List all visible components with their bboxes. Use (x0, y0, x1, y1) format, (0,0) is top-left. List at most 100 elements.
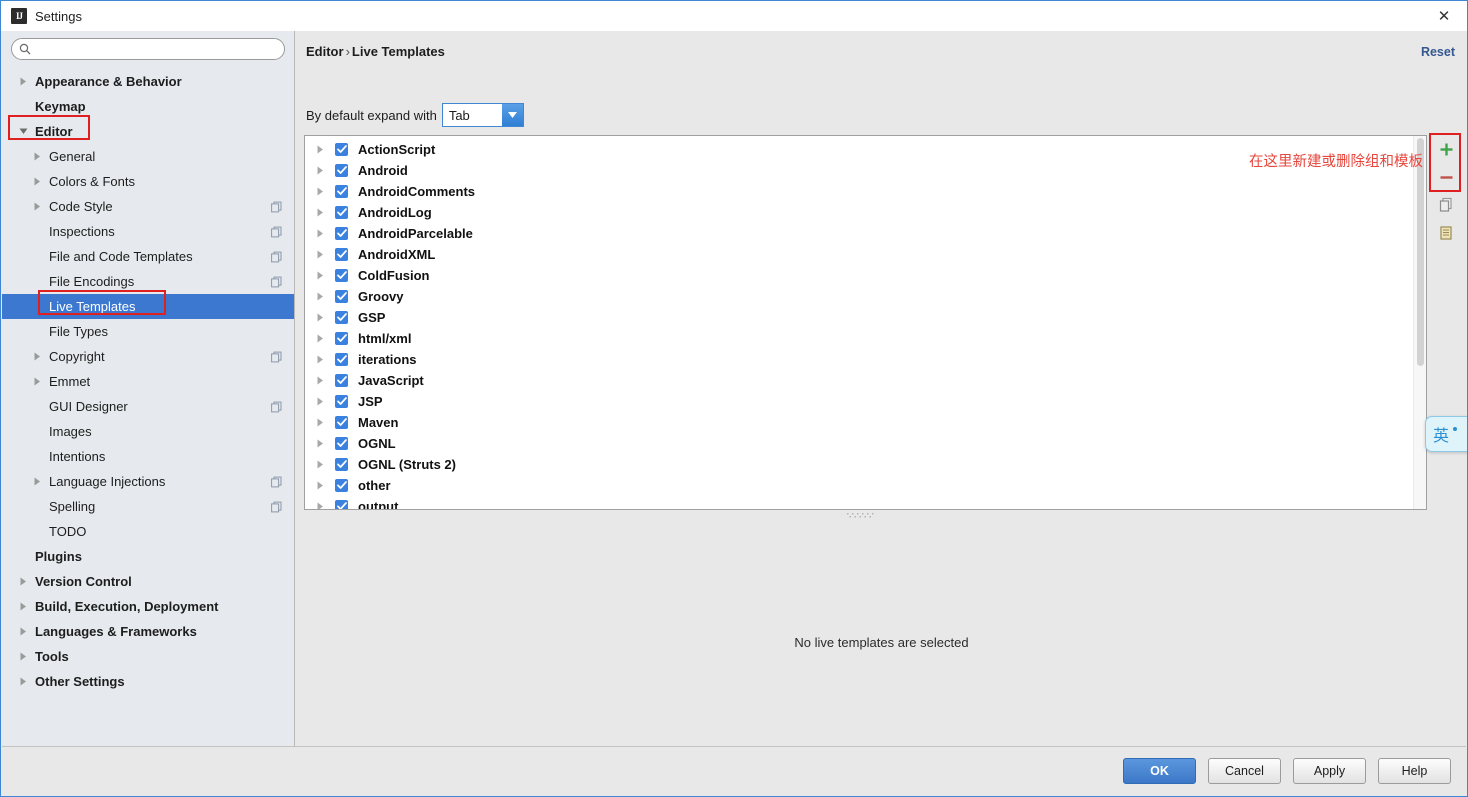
template-group-checkbox[interactable] (335, 458, 348, 471)
template-group-row[interactable]: other (305, 475, 1426, 496)
template-group-checkbox[interactable] (335, 374, 348, 387)
template-group-row[interactable]: html/xml (305, 328, 1426, 349)
help-button[interactable]: Help (1378, 758, 1451, 784)
search-box[interactable] (11, 38, 285, 60)
template-group-row[interactable]: AndroidXML (305, 244, 1426, 265)
sidebar-item-live-templates[interactable]: Live Templates (2, 294, 294, 319)
template-group-checkbox[interactable] (335, 311, 348, 324)
template-group-checkbox[interactable] (335, 269, 348, 282)
template-group-row[interactable]: Maven (305, 412, 1426, 433)
template-group-row[interactable]: JavaScript (305, 370, 1426, 391)
sidebar-item-file-types[interactable]: File Types (2, 319, 294, 344)
chevron-right-icon[interactable] (313, 416, 327, 430)
sidebar-item-copyright[interactable]: Copyright (2, 344, 294, 369)
sidebar-item-colors-fonts[interactable]: Colors & Fonts (2, 169, 294, 194)
template-group-checkbox[interactable] (335, 353, 348, 366)
chevron-right-icon[interactable] (313, 437, 327, 451)
sidebar-item-inspections[interactable]: Inspections (2, 219, 294, 244)
add-group-button[interactable] (1432, 135, 1460, 163)
template-group-checkbox[interactable] (335, 479, 348, 492)
template-group-row[interactable]: GSP (305, 307, 1426, 328)
panel-splitter[interactable] (304, 512, 1427, 519)
remove-group-button[interactable] (1432, 163, 1460, 191)
template-group-row[interactable]: AndroidParcelable (305, 223, 1426, 244)
chevron-right-icon[interactable] (313, 143, 327, 157)
chevron-right-icon[interactable] (16, 600, 30, 614)
apply-button[interactable]: Apply (1293, 758, 1366, 784)
template-group-row[interactable]: iterations (305, 349, 1426, 370)
template-group-checkbox[interactable] (335, 248, 348, 261)
template-group-checkbox[interactable] (335, 185, 348, 198)
chevron-right-icon[interactable] (16, 650, 30, 664)
chevron-down-icon[interactable] (501, 104, 523, 126)
chevron-right-icon[interactable] (313, 206, 327, 220)
template-group-row[interactable]: output (305, 496, 1426, 509)
chevron-right-icon[interactable] (30, 375, 44, 389)
duplicate-button[interactable] (1432, 191, 1460, 219)
list-scrollbar-thumb[interactable] (1417, 138, 1424, 366)
chevron-right-icon[interactable] (313, 479, 327, 493)
breadcrumb-root[interactable]: Editor (306, 44, 344, 59)
template-group-row[interactable]: AndroidLog (305, 202, 1426, 223)
template-group-row[interactable]: JSP (305, 391, 1426, 412)
sidebar-item-editor[interactable]: Editor (2, 119, 294, 144)
live-templates-list[interactable]: ActionScript Android AndroidComments Androi… (304, 135, 1427, 510)
template-group-checkbox[interactable] (335, 416, 348, 429)
list-scrollbar[interactable] (1413, 136, 1426, 509)
chevron-right-icon[interactable] (313, 248, 327, 262)
template-group-row[interactable]: Groovy (305, 286, 1426, 307)
template-group-checkbox[interactable] (335, 332, 348, 345)
chevron-right-icon[interactable] (313, 458, 327, 472)
sidebar-item-file-and-code-templates[interactable]: File and Code Templates (2, 244, 294, 269)
template-group-checkbox[interactable] (335, 500, 348, 509)
template-group-checkbox[interactable] (335, 437, 348, 450)
chevron-right-icon[interactable] (16, 675, 30, 689)
sidebar-item-intentions[interactable]: Intentions (2, 444, 294, 469)
chevron-right-icon[interactable] (313, 374, 327, 388)
sidebar-item-tools[interactable]: Tools (2, 644, 294, 669)
template-group-row[interactable]: ColdFusion (305, 265, 1426, 286)
close-icon[interactable]: ✕ (1421, 1, 1467, 30)
template-group-checkbox[interactable] (335, 290, 348, 303)
sidebar-item-gui-designer[interactable]: GUI Designer (2, 394, 294, 419)
cancel-button[interactable]: Cancel (1208, 758, 1281, 784)
reset-link[interactable]: Reset (1421, 45, 1455, 59)
chevron-right-icon[interactable] (313, 227, 327, 241)
chevron-right-icon[interactable] (313, 500, 327, 509)
template-group-checkbox[interactable] (335, 395, 348, 408)
sidebar-item-keymap[interactable]: Keymap (2, 94, 294, 119)
chevron-right-icon[interactable] (30, 350, 44, 364)
sidebar-item-code-style[interactable]: Code Style (2, 194, 294, 219)
template-group-checkbox[interactable] (335, 206, 348, 219)
chevron-right-icon[interactable] (313, 164, 327, 178)
sidebar-item-images[interactable]: Images (2, 419, 294, 444)
chevron-right-icon[interactable] (313, 395, 327, 409)
chevron-right-icon[interactable] (313, 311, 327, 325)
template-group-checkbox[interactable] (335, 227, 348, 240)
restore-defaults-button[interactable] (1432, 219, 1460, 247)
search-input[interactable] (31, 40, 284, 58)
sidebar-item-file-encodings[interactable]: File Encodings (2, 269, 294, 294)
sidebar-item-other-settings[interactable]: Other Settings (2, 669, 294, 694)
template-group-checkbox[interactable] (335, 143, 348, 156)
ok-button[interactable]: OK (1123, 758, 1196, 784)
chevron-right-icon[interactable] (16, 75, 30, 89)
sidebar-item-version-control[interactable]: Version Control (2, 569, 294, 594)
template-group-row[interactable]: AndroidComments (305, 181, 1426, 202)
chevron-right-icon[interactable] (16, 625, 30, 639)
sidebar-item-general[interactable]: General (2, 144, 294, 169)
ime-indicator[interactable]: 英 (1425, 416, 1467, 452)
chevron-right-icon[interactable] (30, 200, 44, 214)
chevron-right-icon[interactable] (30, 175, 44, 189)
template-group-checkbox[interactable] (335, 164, 348, 177)
sidebar-item-plugins[interactable]: Plugins (2, 544, 294, 569)
chevron-right-icon[interactable] (16, 575, 30, 589)
chevron-right-icon[interactable] (313, 185, 327, 199)
chevron-down-icon[interactable] (16, 125, 30, 139)
chevron-right-icon[interactable] (30, 150, 44, 164)
sidebar-item-appearance-behavior[interactable]: Appearance & Behavior (2, 69, 294, 94)
sidebar-item-emmet[interactable]: Emmet (2, 369, 294, 394)
sidebar-item-languages-frameworks[interactable]: Languages & Frameworks (2, 619, 294, 644)
chevron-right-icon[interactable] (313, 353, 327, 367)
sidebar-item-build-execution-deployment[interactable]: Build, Execution, Deployment (2, 594, 294, 619)
